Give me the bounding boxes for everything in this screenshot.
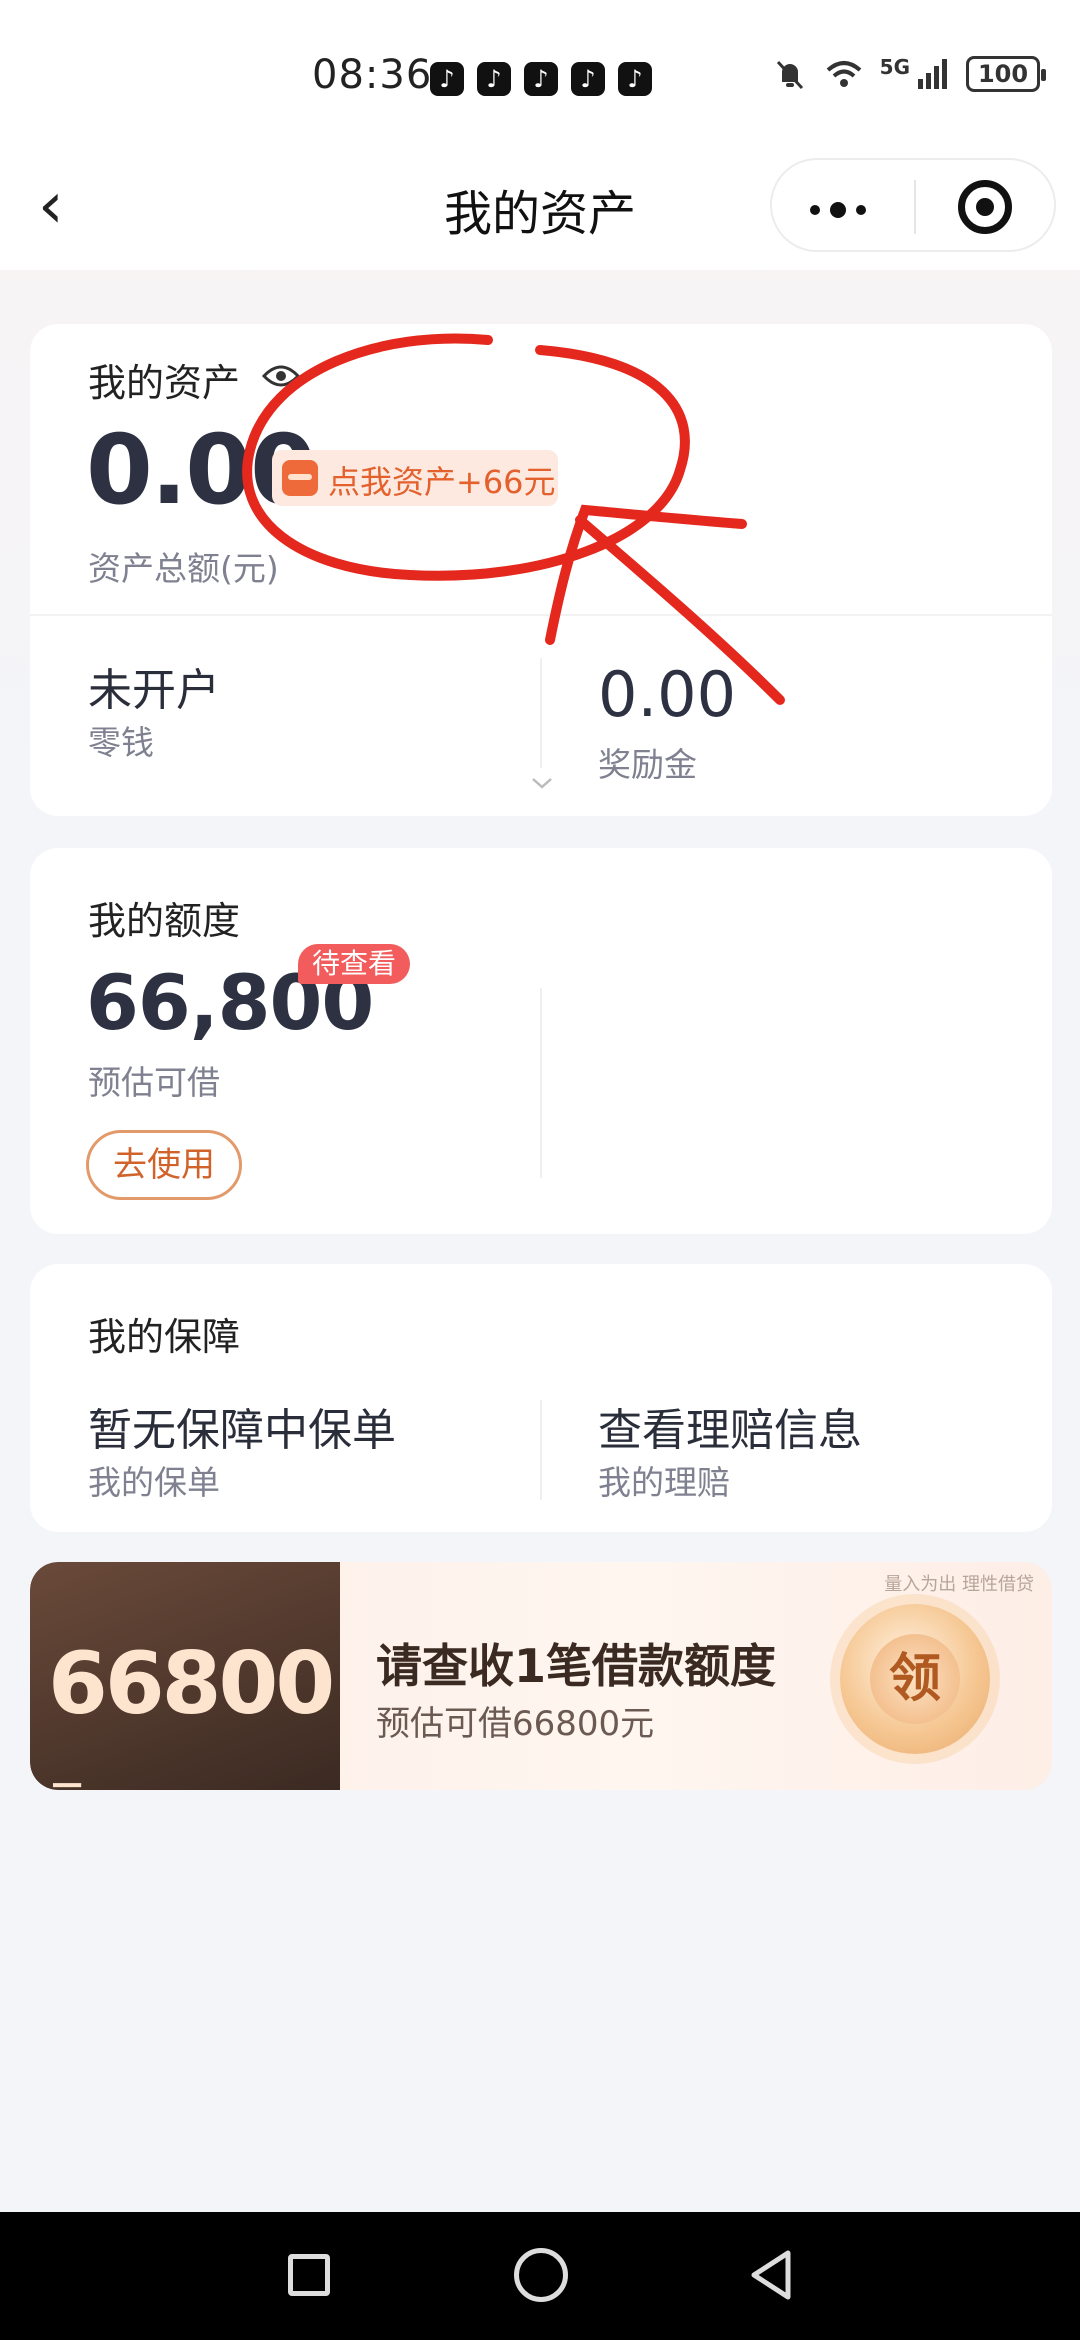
loan-banner[interactable]: 66800 元 量入为出 理性借贷 请查收1笔借款额度 预估可借66800元 领 — [30, 1562, 1052, 1790]
battery-icon: 100 — [966, 56, 1046, 92]
reward-label: 奖励金 — [598, 745, 697, 784]
eye-icon[interactable] — [262, 362, 300, 390]
mini-program-capsule — [770, 158, 1056, 252]
home-icon[interactable] — [514, 2248, 568, 2302]
divider — [540, 1400, 542, 1500]
chevron-down-icon[interactable] — [530, 776, 554, 790]
assets-title: 我的资产 — [88, 361, 241, 405]
status-icons: 5G 100 — [772, 55, 1046, 92]
divider — [30, 614, 1052, 616]
divider — [540, 988, 542, 1178]
banner-amount-panel: 66800 元 — [30, 1562, 340, 1790]
protection-title: 我的保障 — [88, 1315, 241, 1359]
mute-bell-icon — [776, 60, 803, 90]
more-icon[interactable] — [810, 202, 866, 218]
protection-card: 我的保障 暂无保障中保单 我的保单 查看理赔信息 我的理赔 — [30, 1264, 1052, 1532]
back-triangle-icon[interactable] — [746, 2248, 796, 2302]
assets-card: 我的资产 0.00 资产总额(元) 未开户 零钱 0.00 奖励金 — [30, 324, 1052, 816]
signal-icon — [918, 59, 947, 89]
asset-total-label: 资产总额(元) — [88, 549, 279, 588]
tiktok-icon: ♪ — [618, 62, 652, 96]
reward-value[interactable]: 0.00 — [598, 658, 736, 731]
divider — [540, 658, 542, 768]
tiktok-icon: ♪ — [524, 62, 558, 96]
wifi-icon — [826, 61, 861, 87]
banner-amount-value: 66800 — [48, 1634, 335, 1734]
tiktok-icon: ♪ — [571, 62, 605, 96]
red-envelope-icon — [282, 460, 318, 496]
status-bar: 08:36 ♪ ♪ ♪ ♪ ♪ 5G 100 — [0, 0, 1080, 150]
bonus-tag-label: 点我资产+66元 — [328, 463, 556, 501]
banner-subtitle: 预估可借66800元 — [376, 1704, 655, 1744]
close-target-icon[interactable] — [958, 180, 1012, 234]
capsule-divider — [914, 180, 916, 234]
banner-amount: 66800 元 — [48, 1634, 340, 1790]
banner-tip: 量入为出 理性借贷 — [884, 1574, 1034, 1595]
pending-badge: 待查看 — [298, 944, 411, 984]
credit-title: 我的额度 — [88, 899, 241, 943]
network-type: 5G — [879, 55, 910, 79]
recents-icon[interactable] — [288, 2254, 330, 2296]
seal-label: 领 — [870, 1634, 960, 1724]
change-status[interactable]: 未开户 — [88, 654, 220, 718]
policy-value[interactable]: 暂无保障中保单 — [88, 1394, 396, 1458]
credit-label: 预估可借 — [88, 1063, 220, 1102]
bonus-tag-button[interactable]: 点我资产+66元 — [272, 450, 558, 506]
claim-seal-icon[interactable]: 领 — [840, 1604, 990, 1754]
policy-label: 我的保单 — [88, 1463, 220, 1502]
claim-value[interactable]: 查看理赔信息 — [598, 1394, 862, 1458]
change-label: 零钱 — [88, 723, 154, 762]
tiktok-icon: ♪ — [430, 62, 464, 96]
status-time: 08:36 — [312, 52, 433, 98]
banner-title: 请查收1笔借款额度 — [376, 1639, 777, 1693]
use-credit-button[interactable]: 去使用 — [86, 1130, 242, 1200]
claim-label: 我的理赔 — [598, 1463, 730, 1502]
banner-amount-unit: 元 — [48, 1778, 86, 1790]
tiktok-icon: ♪ — [477, 62, 511, 96]
system-nav-bar — [0, 2212, 1080, 2340]
nav-bar: ‹ 我的资产 — [0, 150, 1080, 270]
